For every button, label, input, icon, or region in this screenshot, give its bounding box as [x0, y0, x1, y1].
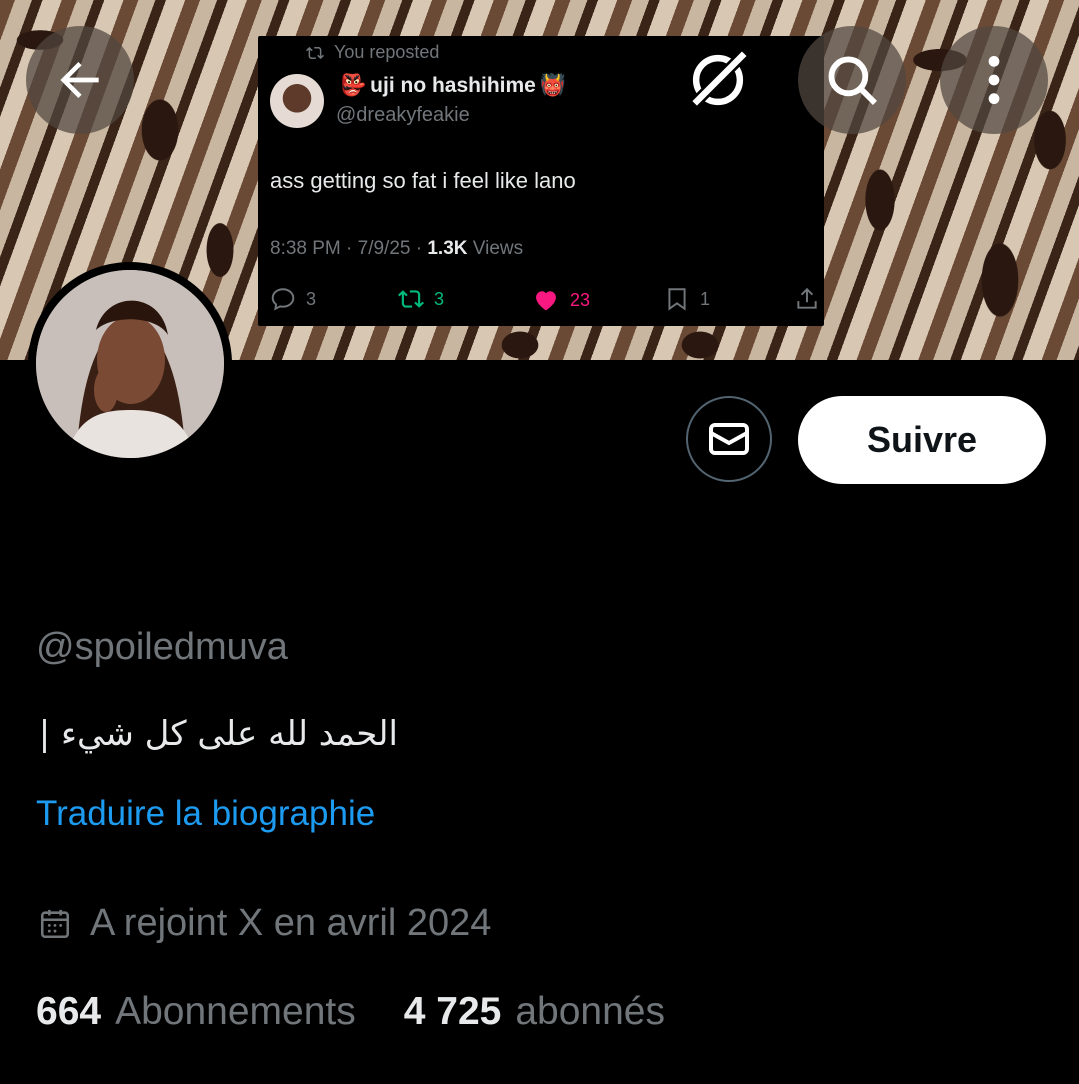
repost-icon	[398, 290, 424, 308]
follow-button[interactable]: Suivre	[798, 396, 1046, 484]
profile-handle: @spoiledmuva	[36, 626, 288, 668]
repost-button[interactable]: 3	[398, 286, 444, 312]
devil-emoji-icon: 👹	[539, 74, 566, 97]
bookmark-count: 1	[700, 288, 711, 309]
heart-icon	[536, 291, 556, 311]
translate-bio-link[interactable]: Traduire la biographie	[36, 794, 375, 834]
more-vertical-icon	[988, 55, 1000, 105]
calendar-icon	[40, 909, 70, 938]
reposted-label: You reposted	[334, 42, 440, 62]
profile-stats: 664 Abonnements 4 725 abonnés	[36, 990, 665, 1034]
tweet-author-name[interactable]: 👺 uji no hashihime 👹	[340, 74, 566, 98]
profile-bio: الحمد لله على كل شيء |	[38, 714, 398, 754]
following-count: 664	[36, 990, 102, 1033]
tweet-meta: 8:38 PM · 7/9/25 · 1.3K Views	[270, 238, 524, 259]
tweet-actions: 3 3 23 1	[258, 286, 824, 316]
tweet-text: ass getting so fat i feel like lano	[270, 168, 576, 193]
reply-count: 3	[306, 288, 317, 309]
message-button[interactable]	[686, 396, 772, 482]
following-link[interactable]: 664 Abonnements	[36, 990, 356, 1034]
repost-count: 3	[434, 288, 445, 309]
followers-link[interactable]: 4 725 abonnés	[404, 990, 665, 1034]
reply-icon	[271, 288, 295, 311]
joined-date: A rejoint X en avril 2024	[38, 902, 491, 945]
followers-label: abonnés	[515, 990, 665, 1033]
oni-mask-emoji-icon: 👺	[340, 74, 367, 97]
more-options-button[interactable]	[940, 26, 1048, 134]
share-button[interactable]	[794, 286, 820, 312]
bookmark-button[interactable]: 1	[664, 286, 710, 312]
avatar-photo	[36, 270, 224, 458]
arrow-left-icon	[60, 62, 99, 98]
profile-avatar[interactable]	[28, 262, 232, 466]
following-label: Abonnements	[115, 990, 356, 1033]
tweet-author-avatar[interactable]	[270, 74, 324, 128]
bookmark-icon	[668, 288, 686, 311]
grok-button[interactable]	[664, 26, 772, 134]
followers-count: 4 725	[403, 990, 502, 1033]
tweet-author-handle[interactable]: @dreakyfeakie	[336, 104, 470, 127]
grok-icon	[687, 49, 749, 111]
share-icon	[797, 287, 817, 309]
search-button[interactable]	[798, 26, 906, 134]
like-count: 23	[570, 289, 591, 310]
reposted-indicator: You reposted	[306, 42, 439, 63]
search-icon	[828, 56, 878, 106]
reply-button[interactable]: 3	[270, 286, 316, 312]
back-button[interactable]	[26, 26, 134, 134]
like-button[interactable]: 23	[532, 286, 590, 314]
envelope-icon	[709, 423, 749, 455]
repost-icon	[306, 46, 324, 59]
